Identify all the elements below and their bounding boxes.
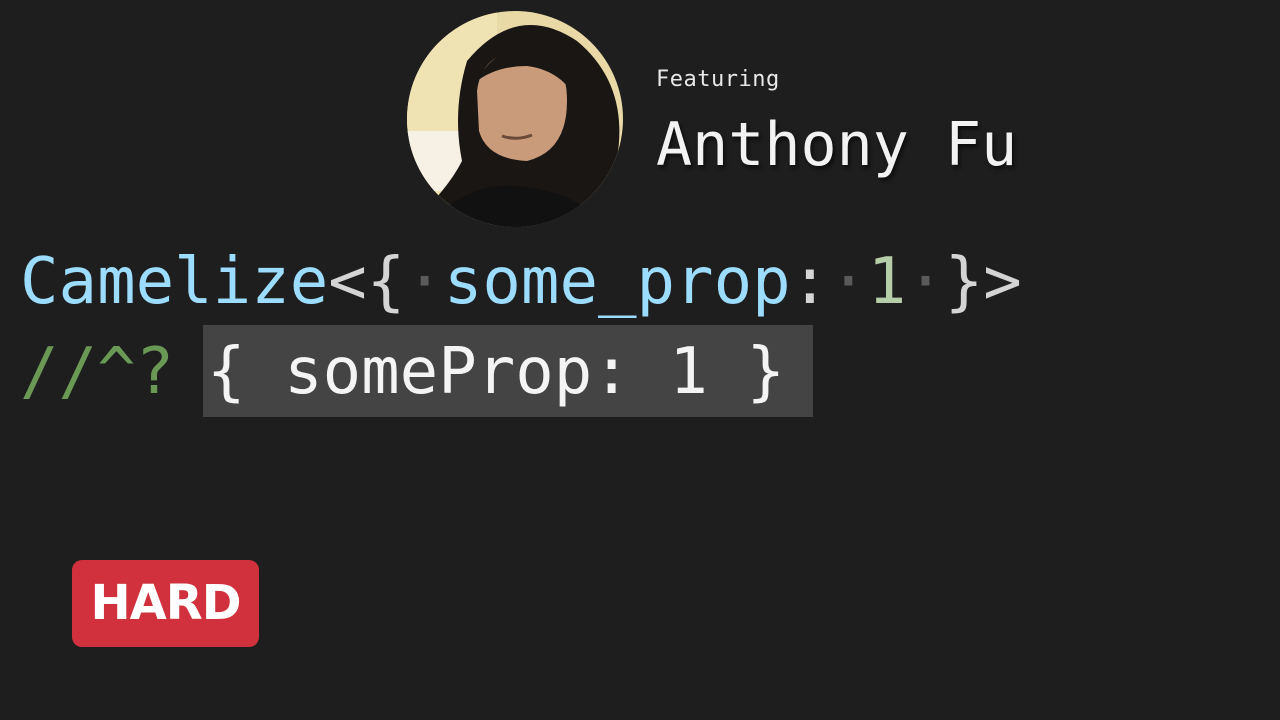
code-line-type: Camelize<{·some_prop:·1·}>	[20, 239, 1022, 325]
whitespace-dot: ·	[829, 245, 868, 319]
twoslash-comment: //^?	[20, 335, 175, 409]
author-photo	[407, 11, 623, 227]
property-name: some_prop	[443, 245, 791, 319]
whitespace-dot: ·	[405, 245, 444, 319]
difficulty-badge: HARD	[72, 560, 259, 647]
colon: :	[790, 245, 830, 319]
whitespace-dot: ·	[906, 245, 945, 319]
open-angle-brace: <{	[328, 245, 406, 319]
property-value: 1	[867, 245, 907, 319]
featuring-label: Featuring	[656, 67, 780, 92]
type-hint-text: { someProp: 1 }	[207, 335, 785, 409]
close-brace-angle: }>	[944, 245, 1022, 319]
type-name: Camelize	[20, 245, 329, 319]
author-name: Anthony Fu	[656, 110, 1018, 180]
code-line-comment: //^?	[20, 329, 174, 415]
author-avatar	[407, 11, 623, 227]
